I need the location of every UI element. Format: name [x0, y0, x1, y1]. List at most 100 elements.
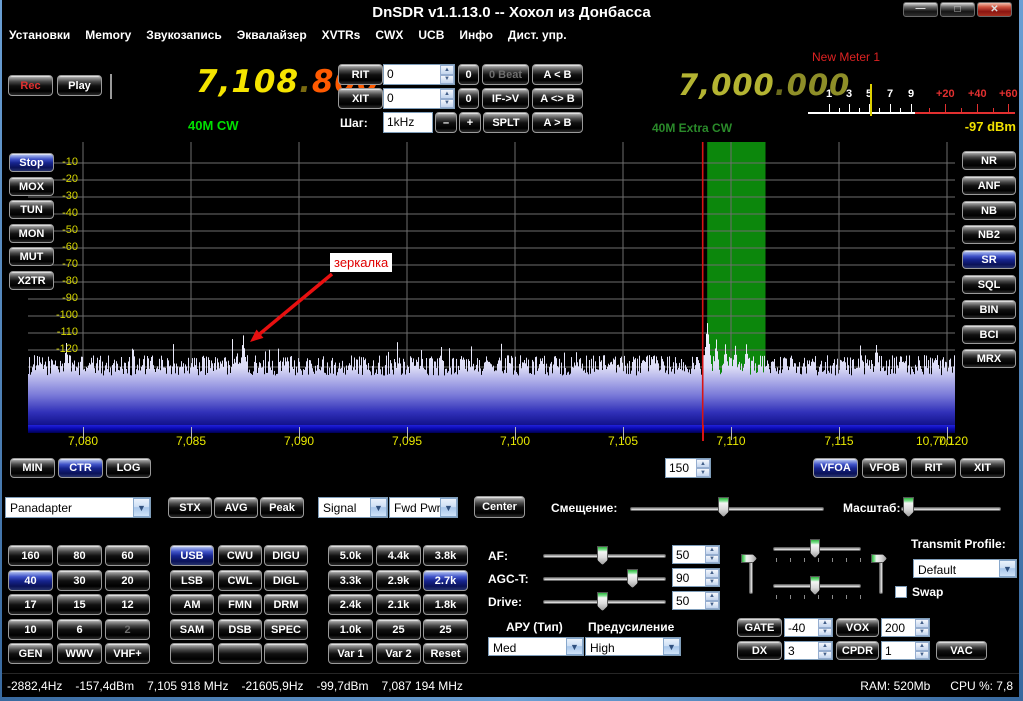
filter-button-2-7k[interactable]: 2.7k	[423, 570, 468, 591]
band-button-gen[interactable]: GEN	[8, 643, 53, 664]
window-edge-bottom[interactable]	[0, 697, 1023, 701]
menu-item-звукозапись[interactable]: Звукозапись	[146, 28, 221, 42]
spinner-down-icon[interactable]: ▼	[705, 601, 719, 610]
rec-button[interactable]: Rec	[8, 75, 53, 96]
vac-button[interactable]: VAC	[936, 641, 987, 660]
mode-button-am[interactable]: AM	[170, 594, 214, 615]
mode-button-usb[interactable]: USB	[170, 545, 214, 566]
filter-button-3-8k[interactable]: 3.8k	[423, 545, 468, 566]
dsp-button-mrx[interactable]: MRX	[962, 349, 1016, 368]
avg-button[interactable]: AVG	[214, 497, 258, 518]
close-button[interactable]: ✕	[977, 2, 1012, 17]
zero-beat-button[interactable]: 0 Beat	[482, 64, 529, 85]
spinner-up-icon[interactable]: ▲	[915, 619, 929, 628]
band-button-6[interactable]: 6	[57, 619, 102, 640]
vfo-button-rit[interactable]: RIT	[911, 458, 956, 478]
spectrum-canvas[interactable]	[28, 142, 955, 425]
menu-item-memory[interactable]: Memory	[85, 28, 131, 42]
tx-mic-slider-thumb[interactable]	[741, 554, 757, 563]
display-button-min[interactable]: MIN	[10, 458, 55, 478]
agc-slider-thumb[interactable]	[627, 569, 638, 588]
mode-button-fmn[interactable]: FMN	[218, 594, 262, 615]
spinner-down-icon[interactable]: ▼	[915, 628, 929, 637]
display-button-log[interactable]: LOG	[106, 458, 151, 478]
filter-button-4-4k[interactable]: 4.4k	[376, 545, 421, 566]
play-button[interactable]: Play	[57, 75, 102, 96]
band-button-10[interactable]: 10	[8, 619, 53, 640]
band-button-2[interactable]: 2	[105, 619, 150, 640]
menu-item-дист-упр-[interactable]: Дист. упр.	[508, 28, 567, 42]
spinner-up-icon[interactable]: ▲	[818, 619, 832, 628]
cpdr-spinner[interactable]: 1▲▼	[881, 641, 930, 660]
spinner-up-icon[interactable]: ▲	[440, 89, 454, 99]
mode-button-digl[interactable]: DIGL	[264, 570, 308, 591]
tx-eq-slider-2-thumb[interactable]	[810, 576, 820, 595]
spinner-up-icon[interactable]: ▲	[705, 546, 719, 555]
dsp-button-sql[interactable]: SQL	[962, 275, 1016, 294]
mode-button-drm[interactable]: DRM	[264, 594, 308, 615]
meter-rx-select[interactable]: Signal▼	[318, 497, 388, 518]
split-button[interactable]: SPLT	[483, 112, 529, 133]
stx-button[interactable]: STX	[168, 497, 212, 518]
menu-item-эквалайзер[interactable]: Эквалайзер	[237, 28, 307, 42]
peak-button[interactable]: Peak	[260, 497, 304, 518]
vox-button[interactable]: VOX	[836, 618, 879, 637]
dropdown-arrow-icon[interactable]: ▼	[663, 638, 680, 655]
mode-button-sam[interactable]: SAM	[170, 619, 214, 640]
spinner-up-icon[interactable]: ▲	[818, 642, 832, 651]
dsp-button-anf[interactable]: ANF	[962, 176, 1016, 195]
menu-item-установки[interactable]: Установки	[9, 28, 70, 42]
fps-spinner[interactable]: 150 ▲▼	[665, 458, 711, 478]
menu-item-ucb[interactable]: UCB	[418, 28, 444, 42]
menu-item-xvtrs[interactable]: XVTRs	[322, 28, 361, 42]
drive-spinner[interactable]: 50▲▼	[672, 591, 720, 610]
center-button[interactable]: Center	[474, 496, 525, 518]
mode-button-blank-14[interactable]	[264, 643, 308, 664]
tx-out-slider-thumb[interactable]	[871, 554, 887, 563]
filter-button-25[interactable]: 25	[376, 619, 421, 640]
display-mode-select[interactable]: Panadapter▼	[5, 497, 151, 518]
gate-spinner[interactable]: -40▲▼	[784, 618, 833, 637]
dropdown-arrow-icon[interactable]: ▼	[133, 498, 150, 517]
dropdown-arrow-icon[interactable]: ▼	[566, 638, 583, 655]
band-button-20[interactable]: 20	[105, 570, 150, 591]
cpdr-button[interactable]: CPDR	[836, 641, 879, 660]
vfo-button-vfoa[interactable]: VFOA	[813, 458, 858, 478]
filter-button-1-0k[interactable]: 1.0k	[328, 619, 373, 640]
filter-button-3-3k[interactable]: 3.3k	[328, 570, 373, 591]
band-button-12[interactable]: 12	[105, 594, 150, 615]
band-button-40[interactable]: 40	[8, 570, 53, 591]
spinner-down-icon[interactable]: ▼	[818, 651, 832, 660]
band-button-17[interactable]: 17	[8, 594, 53, 615]
af-slider-thumb[interactable]	[597, 546, 608, 565]
spinner-down-icon[interactable]: ▼	[696, 468, 710, 477]
a-greater-b-button[interactable]: A > B	[532, 112, 583, 133]
display-button-ctr[interactable]: CTR	[58, 458, 103, 478]
step-down-button[interactable]: –	[435, 112, 457, 133]
filter-button-2-9k[interactable]: 2.9k	[376, 570, 421, 591]
tx-eq-slider-1-thumb[interactable]	[810, 539, 820, 558]
spinner-up-icon[interactable]: ▲	[705, 569, 719, 578]
spinner-down-icon[interactable]: ▼	[915, 651, 929, 660]
xit-button[interactable]: XIT	[338, 88, 383, 109]
dsp-button-bin[interactable]: BIN	[962, 300, 1016, 319]
agc-type-select[interactable]: Med▼	[488, 637, 584, 656]
band-button-160[interactable]: 160	[8, 545, 53, 566]
spinner-down-icon[interactable]: ▼	[818, 628, 832, 637]
dsp-button-bci[interactable]: BCI	[962, 325, 1016, 344]
offset-slider-thumb[interactable]	[718, 497, 729, 517]
spinner-down-icon[interactable]: ▼	[440, 99, 454, 109]
dsp-button-nb[interactable]: NB	[962, 201, 1016, 220]
menu-item-инфо[interactable]: Инфо	[459, 28, 493, 42]
rit-zero-button[interactable]: 0	[458, 64, 479, 85]
spinner-up-icon[interactable]: ▲	[705, 592, 719, 601]
band-button-wwv[interactable]: WWV	[57, 643, 102, 664]
dsp-button-nr[interactable]: NR	[962, 151, 1016, 170]
filter-button-2-4k[interactable]: 2.4k	[328, 594, 373, 615]
step-value-field[interactable]: 1kHz	[383, 112, 433, 133]
spectrum-display[interactable]	[28, 142, 955, 425]
mode-button-blank-13[interactable]	[218, 643, 262, 664]
preamp-select[interactable]: High▼	[585, 637, 681, 656]
filter-button-var-2[interactable]: Var 2	[376, 643, 421, 664]
swap-checkbox[interactable]	[895, 586, 907, 598]
